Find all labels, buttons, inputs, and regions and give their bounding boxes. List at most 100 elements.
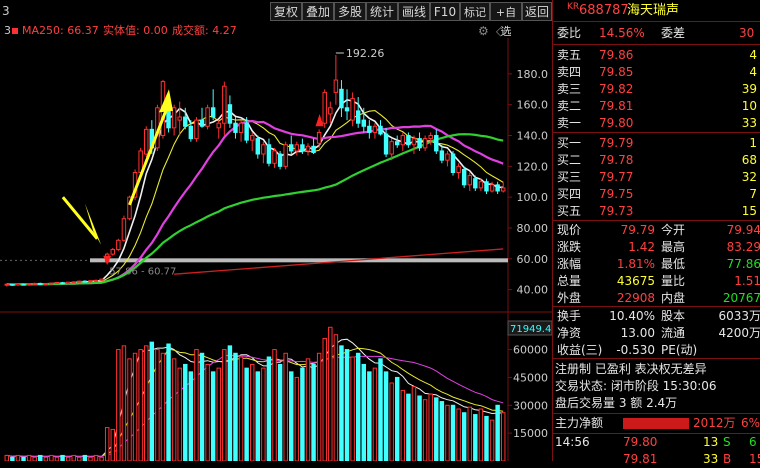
candle <box>4 283 10 286</box>
candle <box>378 125 383 135</box>
trend-arrow-shaft <box>128 107 169 206</box>
draw-line-button[interactable]: 画线 <box>398 2 430 21</box>
candle <box>367 125 372 133</box>
volume-bar <box>104 427 110 461</box>
kline-chart[interactable]: 40.00 60.00 80.00 100.0 120.0 140.0 160.0 180.0… <box>0 0 552 461</box>
volume-bar <box>445 404 450 461</box>
candle <box>210 107 216 118</box>
candle <box>500 187 506 192</box>
volume-max-label: 71949.45 <box>510 324 552 335</box>
turnover-value: 成交额: 4.27 <box>172 24 237 37</box>
candle <box>361 119 366 127</box>
bid-level-row[interactable]: 买二 79.78 68 <box>553 152 760 169</box>
fundamental-row: 收益(三) -0.530 PE(动) <box>557 343 698 357</box>
volume-bar <box>4 454 10 461</box>
candle <box>316 131 322 144</box>
quote-stat-row: 外盘 22908 内盘 20767 <box>557 291 760 305</box>
statistics-button[interactable]: 统计 <box>366 2 398 21</box>
volume-bar <box>244 367 249 461</box>
ask-level-row[interactable]: 卖一 79.80 33 <box>553 115 760 132</box>
volume-bar <box>144 345 149 461</box>
candle <box>65 281 71 284</box>
ma5-line <box>6 98 504 286</box>
f10-button[interactable]: F10 <box>430 2 460 21</box>
candle <box>311 145 316 153</box>
volume-bar <box>227 345 233 461</box>
candle <box>244 122 249 141</box>
candle <box>344 107 350 112</box>
signal-marker-icon <box>315 113 324 127</box>
bid-level-row[interactable]: 买四 79.75 7 <box>553 186 760 203</box>
volume-bar <box>88 456 93 461</box>
volume-bar <box>110 428 115 461</box>
quote-stat-row: 涨跌 1.42 最高 83.29 <box>557 240 760 254</box>
bid-level-row[interactable]: 买一 79.79 1 <box>553 135 760 152</box>
stock-name: 海天瑞声 <box>627 3 680 18</box>
restore-rights-button[interactable]: 复权 <box>270 2 302 21</box>
candle <box>355 110 361 124</box>
ask-level-row[interactable]: 卖三 79.82 39 <box>553 81 760 98</box>
tick-row: 79.81 33 B 15 <box>623 452 760 466</box>
volume-bar <box>77 456 82 461</box>
yellow-arrow-icon <box>84 203 102 245</box>
add-watchlist-button[interactable]: +自选 <box>490 2 522 38</box>
volume-bar <box>333 334 339 461</box>
volume-bar <box>411 386 417 461</box>
bid-level-row[interactable]: 买五 79.73 15 <box>553 203 760 220</box>
candle <box>199 119 205 127</box>
price-tick-label: 100.0 <box>517 191 549 204</box>
volume-bar <box>473 414 478 461</box>
volume-bar <box>71 454 76 461</box>
volume-bar <box>383 371 389 461</box>
fundamental-row: 换手 10.40% 股本 6033万 <box>557 309 760 323</box>
candle <box>283 144 288 167</box>
candle <box>205 107 210 127</box>
candle <box>461 168 467 186</box>
order-ratio-row: 委比 14.56% 委差 30 <box>557 26 755 40</box>
volume-bar <box>283 352 288 461</box>
back-button[interactable]: 返回 <box>522 2 552 21</box>
stock-header: KR 688787 海天瑞声 <box>553 2 760 19</box>
candle <box>439 150 445 161</box>
candle <box>38 282 43 285</box>
volume-bar <box>38 454 43 461</box>
candle <box>227 104 233 124</box>
settings-gear-icon[interactable]: ⚙ <box>478 24 489 38</box>
candle <box>10 283 15 286</box>
bid-level-row[interactable]: 买三 79.77 32 <box>553 169 760 186</box>
volume-bar <box>82 454 88 461</box>
volume-bar <box>355 352 361 461</box>
volume-bar <box>417 395 422 461</box>
candle <box>467 175 472 186</box>
volume-bar <box>500 412 506 461</box>
ask-level-row[interactable]: 卖五 79.86 4 <box>553 47 760 64</box>
volume-bar <box>183 363 188 461</box>
volume-bar <box>372 367 378 461</box>
volume-bar <box>266 356 272 461</box>
ask-level-row[interactable]: 卖四 79.85 4 <box>553 64 760 81</box>
volume-bar <box>406 393 411 461</box>
overlay-button[interactable]: 叠加 <box>302 2 334 21</box>
candle <box>116 239 121 251</box>
volume-bar <box>15 454 21 461</box>
candle <box>110 249 115 255</box>
volume-bar <box>177 367 182 461</box>
volume-bar <box>188 371 194 461</box>
candle <box>77 280 82 283</box>
price-tick-label: 140.0 <box>517 130 549 143</box>
volume-bar <box>261 367 266 461</box>
main-force-row[interactable]: 主力净额 2012万 6% <box>553 415 760 432</box>
volume-bar <box>138 349 143 461</box>
collapse-icon[interactable]: ◇ <box>496 24 505 38</box>
candle <box>71 281 76 284</box>
ma250-value: MA250: 66.37 <box>22 24 99 37</box>
volume-bar <box>10 456 15 461</box>
mark-button[interactable]: 标记 <box>460 2 490 21</box>
volume-bar <box>65 456 71 461</box>
volume-tick-label: 60000 <box>513 344 548 357</box>
volume-tick-label: 30000 <box>513 399 548 412</box>
ask-level-row[interactable]: 卖二 79.81 10 <box>553 98 760 115</box>
volume-bar <box>238 356 244 461</box>
candle <box>15 283 21 286</box>
multi-stock-button[interactable]: 多股 <box>334 2 366 21</box>
